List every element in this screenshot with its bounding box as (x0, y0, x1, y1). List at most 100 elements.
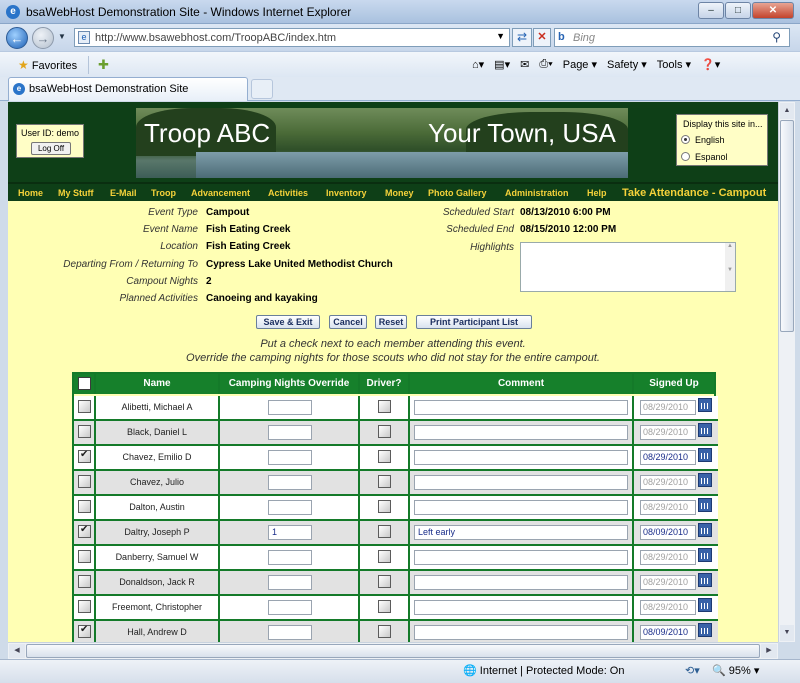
menu-administration[interactable]: Administration (505, 188, 569, 198)
attend-checkbox[interactable] (78, 575, 91, 588)
page-menu[interactable]: Page ▾ (563, 58, 597, 71)
calendar-icon[interactable] (698, 598, 712, 612)
horizontal-scrollbar[interactable]: ◀ ▶ (8, 642, 778, 659)
attend-checkbox[interactable] (78, 600, 91, 613)
nights-override-input[interactable] (268, 475, 312, 490)
nights-override-input[interactable] (268, 550, 312, 565)
comment-input[interactable]: Left early (414, 525, 628, 540)
mail-icon[interactable]: ✉ (520, 58, 529, 71)
comment-input[interactable] (414, 400, 628, 415)
hscroll-thumb[interactable] (26, 644, 760, 658)
comment-input[interactable] (414, 575, 628, 590)
comment-input[interactable] (414, 625, 628, 640)
calendar-icon[interactable] (698, 473, 712, 487)
feeds-icon[interactable]: ▤▾ (494, 58, 510, 71)
nights-override-input[interactable] (268, 425, 312, 440)
nights-override-input[interactable] (268, 450, 312, 465)
driver-checkbox[interactable] (378, 475, 391, 488)
comment-input[interactable] (414, 425, 628, 440)
driver-checkbox[interactable] (378, 425, 391, 438)
select-all-checkbox[interactable] (78, 377, 91, 390)
print-participants-button[interactable]: Print Participant List (416, 315, 532, 329)
menu-troop[interactable]: Troop (151, 188, 176, 198)
calendar-icon[interactable] (698, 548, 712, 562)
driver-checkbox[interactable] (378, 600, 391, 613)
comment-input[interactable] (414, 475, 628, 490)
comment-input[interactable] (414, 500, 628, 515)
driver-checkbox[interactable] (378, 550, 391, 563)
search-input[interactable]: b Bing ⚲ (554, 28, 790, 47)
radio-off-icon[interactable] (681, 152, 690, 161)
menu-home[interactable]: Home (18, 188, 43, 198)
scroll-right-icon[interactable]: ▶ (761, 644, 777, 658)
attend-checkbox[interactable] (78, 500, 91, 513)
driver-checkbox[interactable] (378, 575, 391, 588)
comment-input[interactable] (414, 600, 628, 615)
attend-checkbox[interactable] (78, 550, 91, 563)
nights-override-input[interactable] (268, 625, 312, 640)
menu-photo-gallery[interactable]: Photo Gallery (428, 188, 487, 198)
calendar-icon[interactable] (698, 423, 712, 437)
calendar-icon[interactable] (698, 498, 712, 512)
comment-input[interactable] (414, 550, 628, 565)
scroll-up-icon[interactable]: ▲ (780, 103, 794, 119)
attend-checkbox[interactable] (78, 400, 91, 413)
calendar-icon[interactable] (698, 523, 712, 537)
calendar-icon[interactable] (698, 448, 712, 462)
driver-checkbox[interactable] (378, 625, 391, 638)
lang-option-english[interactable]: English (681, 135, 725, 145)
menu-advancement[interactable]: Advancement (191, 188, 250, 198)
safety-menu[interactable]: Safety ▾ (607, 58, 647, 71)
menu-my-stuff[interactable]: My Stuff (58, 188, 94, 198)
nights-override-input[interactable]: 1 (268, 525, 312, 540)
nights-override-input[interactable] (268, 600, 312, 615)
stop-icon[interactable]: ✕ (533, 28, 551, 47)
calendar-icon[interactable] (698, 573, 712, 587)
home-icon[interactable]: ⌂▾ (472, 58, 484, 71)
lang-option-spanish[interactable]: Espanol (681, 152, 728, 162)
reset-button[interactable]: Reset (375, 315, 407, 329)
maximize-button[interactable]: □ (725, 2, 751, 19)
add-favorite-icon[interactable]: ✚ (98, 57, 109, 73)
forward-button[interactable]: → (32, 27, 54, 49)
print-icon[interactable]: ⎙▾ (539, 58, 552, 71)
driver-checkbox[interactable] (378, 450, 391, 463)
back-button[interactable]: ← (6, 27, 28, 49)
refresh-icon[interactable]: ⇄ (512, 28, 532, 47)
driver-checkbox[interactable] (378, 500, 391, 513)
minimize-button[interactable]: – (698, 2, 724, 19)
signed-up-date[interactable]: 08/29/2010 (640, 450, 696, 465)
signed-up-date[interactable]: 08/29/2010 (640, 475, 696, 490)
highlights-textarea[interactable]: ▲ ▼ (520, 242, 736, 292)
menu-money[interactable]: Money (385, 188, 414, 198)
favorites-button[interactable]: ★ Favorites (18, 58, 77, 72)
driver-checkbox[interactable] (378, 525, 391, 538)
signed-up-date[interactable]: 08/29/2010 (640, 400, 696, 415)
calendar-icon[interactable] (698, 623, 712, 637)
close-button[interactable]: ✕ (752, 2, 794, 19)
menu-inventory[interactable]: Inventory (326, 188, 367, 198)
vertical-scrollbar[interactable]: ▲ ▼ (778, 102, 795, 642)
radio-on-icon[interactable] (681, 135, 690, 144)
signed-up-date[interactable]: 08/29/2010 (640, 500, 696, 515)
help-menu[interactable]: ❓▾ (701, 58, 720, 71)
signed-up-date[interactable]: 08/29/2010 (640, 550, 696, 565)
protected-mode-icon[interactable]: ⟲▾ (685, 664, 700, 677)
signed-up-date[interactable]: 08/09/2010 (640, 525, 696, 540)
menu-activities[interactable]: Activities (268, 188, 308, 198)
textarea-scrollbar[interactable]: ▲ ▼ (725, 243, 735, 291)
signed-up-date[interactable]: 08/29/2010 (640, 425, 696, 440)
signed-up-date[interactable]: 08/29/2010 (640, 575, 696, 590)
comment-input[interactable] (414, 450, 628, 465)
recent-pages-dropdown-icon[interactable]: ▼ (58, 32, 66, 41)
attend-checkbox[interactable] (78, 449, 91, 463)
nights-override-input[interactable] (268, 575, 312, 590)
new-tab-button[interactable] (251, 79, 273, 99)
nights-override-input[interactable] (268, 400, 312, 415)
zoom-level[interactable]: 🔍 95% ▾ (712, 664, 759, 677)
security-zone[interactable]: 🌐 Internet | Protected Mode: On (463, 664, 624, 677)
signed-up-date[interactable]: 08/09/2010 (640, 625, 696, 640)
scroll-left-icon[interactable]: ◀ (9, 644, 25, 658)
tab-active[interactable]: e bsaWebHost Demonstration Site (8, 77, 248, 101)
attend-checkbox[interactable] (78, 425, 91, 438)
